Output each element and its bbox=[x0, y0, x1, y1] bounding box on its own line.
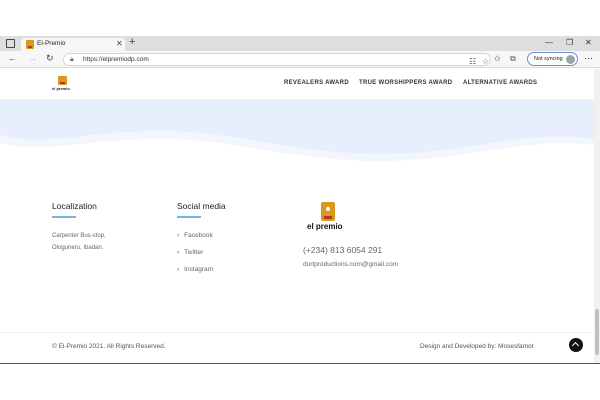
back-to-top-button[interactable] bbox=[569, 338, 583, 352]
social-link-twitter[interactable]: › Twitter bbox=[177, 249, 203, 256]
site-header: el premio REVEALERS AWARD TRUE WORSHIPPE… bbox=[0, 69, 594, 99]
favorites-icon[interactable]: ✩ bbox=[494, 54, 501, 63]
scrollbar-thumb[interactable] bbox=[595, 309, 599, 355]
social-link-label: Instagram bbox=[184, 266, 214, 273]
screen-top-margin bbox=[0, 0, 600, 36]
back-arrow-icon[interactable]: ← bbox=[8, 53, 17, 63]
nav-true-worshippers-award[interactable]: TRUE WORSHIPPERS AWARD bbox=[359, 80, 452, 86]
nav-revealers-award[interactable]: REVEALERS AWARD bbox=[284, 80, 349, 86]
browser-tab[interactable]: El-Premio ✕ bbox=[21, 38, 125, 51]
restore-icon[interactable]: ❐ bbox=[566, 38, 573, 47]
screen-bottom-margin bbox=[0, 363, 600, 400]
reader-icon[interactable]: ☷ bbox=[469, 57, 476, 66]
tab-title: El-Premio bbox=[37, 40, 66, 47]
close-window-icon[interactable]: ✕ bbox=[585, 38, 592, 47]
social-link-facebook[interactable]: › Facebook bbox=[177, 232, 213, 239]
developer-credit: Design and Developed by: Mosesfamot bbox=[420, 343, 534, 350]
social-link-label: Twitter bbox=[184, 249, 204, 256]
heading-underline bbox=[52, 216, 76, 218]
contact-phone: (+234) 813 6054 291 bbox=[303, 245, 383, 255]
footer-logo-text: el premio bbox=[307, 222, 343, 231]
chevron-right-icon: › bbox=[177, 232, 180, 239]
header-logo[interactable]: el premio bbox=[52, 76, 74, 94]
address-line-2: Ologuneru, Ibadan. bbox=[52, 245, 104, 251]
social-link-instagram[interactable]: › Instagram bbox=[177, 266, 213, 273]
header-logo-text: el premio bbox=[52, 86, 70, 91]
contact-email: durtproductions.com@gmail.com bbox=[303, 261, 399, 268]
address-bar[interactable]: 🔒︎ https://elpremiodp.com ☷ ☆ bbox=[63, 53, 491, 66]
minimize-icon[interactable]: — bbox=[545, 38, 553, 47]
avatar bbox=[566, 55, 575, 64]
collections-icon[interactable]: ⧉ bbox=[510, 54, 516, 64]
profile-sync-button[interactable]: Not syncing bbox=[527, 52, 578, 66]
address-line-1: Carpenter Bus-stop, bbox=[52, 233, 106, 239]
forward-arrow-icon[interactable]: → bbox=[28, 53, 37, 63]
social-media-heading: Social media bbox=[177, 201, 226, 211]
site-favicon-icon bbox=[26, 40, 34, 49]
footer-divider bbox=[0, 332, 594, 333]
social-link-label: Facebook bbox=[184, 232, 213, 239]
new-tab-icon[interactable]: + bbox=[129, 36, 135, 48]
nav-alternative-awards[interactable]: ALTERNATIVE AWARDS bbox=[463, 80, 537, 86]
copyright-text: © El-Premio 2021. All Rights Reserved. bbox=[52, 343, 166, 350]
localization-heading: Localization bbox=[52, 201, 97, 211]
page-scrollbar[interactable] bbox=[594, 69, 600, 363]
decorative-wave bbox=[0, 99, 594, 161]
logo-mark-icon bbox=[58, 76, 67, 85]
logo-mark-icon bbox=[321, 202, 335, 221]
lock-icon[interactable]: 🔒︎ bbox=[70, 56, 74, 64]
heading-underline bbox=[177, 216, 201, 218]
browser-window: El-Premio ✕ + — ❐ ✕ ← → ↻ 🔒︎ https://elp… bbox=[0, 36, 600, 363]
favorite-star-icon[interactable]: ☆ bbox=[482, 57, 489, 66]
more-menu-icon[interactable]: ⋯ bbox=[584, 53, 593, 64]
refresh-icon[interactable]: ↻ bbox=[46, 53, 54, 64]
close-tab-icon[interactable]: ✕ bbox=[116, 39, 123, 48]
url-text: https://elpremiodp.com bbox=[83, 56, 149, 63]
tab-bar: El-Premio ✕ + — ❐ ✕ bbox=[0, 36, 600, 51]
footer-logo: el premio bbox=[307, 202, 367, 234]
address-toolbar: ← → ↻ 🔒︎ https://elpremiodp.com ☷ ☆ ✩ ⧉ … bbox=[0, 51, 600, 68]
chevron-right-icon: › bbox=[177, 249, 180, 256]
sync-status-label: Not syncing bbox=[534, 56, 563, 62]
chevron-right-icon: › bbox=[177, 266, 180, 273]
tab-actions-icon[interactable] bbox=[6, 39, 15, 48]
